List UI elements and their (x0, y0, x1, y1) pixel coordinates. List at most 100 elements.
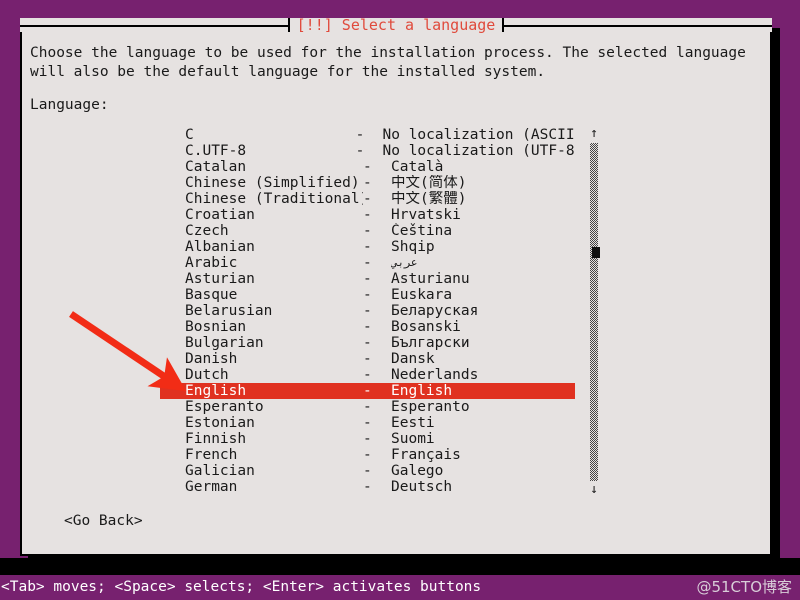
language-separator: - (363, 399, 372, 415)
language-row[interactable]: Bosnian - Bosanski (160, 319, 575, 335)
language-label: Language: (30, 97, 109, 113)
language-row[interactable]: Croatian - Hrvatski (160, 207, 575, 223)
language-name: Finnish (185, 431, 247, 447)
language-native-name: Hrvatski (391, 207, 461, 223)
language-name: Estonian (185, 415, 255, 431)
language-row[interactable]: Chinese (Traditional) - 中文(繁體) (160, 191, 575, 207)
language-native-name: No localization (UTF-8) (382, 143, 576, 159)
language-row[interactable]: Arabic - عربي (160, 255, 575, 271)
language-name: French (185, 447, 238, 463)
language-separator: - (355, 127, 365, 143)
language-native-name: Shqip (391, 239, 435, 255)
dialog-titlebar: [!!] Select a language (20, 18, 772, 33)
language-row[interactable]: Esperanto - Esperanto (160, 399, 575, 415)
language-separator: - (363, 223, 372, 239)
language-name: Catalan (185, 159, 247, 175)
watermark: @51CTO博客 (696, 578, 792, 596)
language-name: Esperanto (185, 399, 264, 415)
language-native-name: Euskara (391, 287, 453, 303)
language-native-name: 中文(繁體) (391, 191, 467, 207)
language-name: Danish (185, 351, 238, 367)
go-back-button[interactable]: <Go Back> (64, 512, 143, 530)
scroll-down-arrow-icon[interactable]: ↓ (588, 483, 600, 497)
language-separator: - (363, 191, 372, 207)
language-separator: - (363, 431, 372, 447)
language-separator: - (363, 159, 372, 175)
language-separator: - (363, 351, 372, 367)
language-native-name: Esperanto (391, 399, 470, 415)
language-name: English (185, 383, 247, 399)
language-separator: - (363, 447, 372, 463)
language-separator: - (363, 303, 372, 319)
status-bar: <Tab> moves; <Space> selects; <Enter> ac… (0, 575, 800, 600)
language-name: Croatian (185, 207, 255, 223)
language-row[interactable]: Asturian - Asturianu (160, 271, 575, 287)
language-row[interactable]: Albanian - Shqip (160, 239, 575, 255)
language-name: Belarusian (185, 303, 273, 319)
language-separator: - (363, 271, 372, 287)
language-list-scrollbar[interactable]: ↑ ↓ (588, 127, 600, 497)
status-bar-hint: <Tab> moves; <Space> selects; <Enter> ac… (1, 579, 482, 595)
language-separator: - (363, 479, 372, 495)
language-separator: - (363, 207, 372, 223)
language-row[interactable]: Danish - Dansk (160, 351, 575, 367)
language-native-name: Asturianu (391, 271, 470, 287)
language-name: C.UTF-8 (185, 143, 247, 159)
language-separator: - (363, 319, 372, 335)
language-row[interactable]: Basque - Euskara (160, 287, 575, 303)
language-separator: - (363, 239, 372, 255)
language-row[interactable]: Bulgarian - Български (160, 335, 575, 351)
language-name: Asturian (185, 271, 255, 287)
language-list[interactable]: C - No localization (ASCII) C.UTF-8- No loca… (160, 127, 575, 495)
language-separator: - (363, 367, 372, 383)
language-name: Bosnian (185, 319, 247, 335)
language-native-name: Dansk (391, 351, 435, 367)
language-name: Czech (185, 223, 229, 239)
language-native-name: English (391, 383, 453, 399)
language-row[interactable]: English - English (160, 383, 575, 399)
language-name: Dutch (185, 367, 229, 383)
language-row[interactable]: C.UTF-8 - No localization (UTF-8) (160, 143, 575, 159)
language-name: C (185, 127, 194, 143)
language-name: Arabic (185, 255, 238, 271)
language-native-name: Bosanski (391, 319, 461, 335)
language-row[interactable]: Czech - Čeština (160, 223, 575, 239)
scroll-up-arrow-icon[interactable]: ↑ (588, 127, 600, 141)
language-row[interactable]: C - No localization (ASCII) (160, 127, 575, 143)
language-name: Chinese (Traditional) (185, 191, 363, 207)
language-native-name: Беларуская (391, 303, 479, 319)
language-separator: - (363, 335, 372, 351)
language-separator: - (363, 383, 372, 399)
intro-text: Choose the language to be used for the i… (30, 45, 746, 80)
language-native-name: Français (391, 447, 461, 463)
language-native-name: Suomi (391, 431, 435, 447)
language-native-name: Català (391, 159, 444, 175)
titlebar-rule-right (504, 24, 772, 27)
language-row[interactable]: Catalan - Català (160, 159, 575, 175)
language-row[interactable]: Dutch - Nederlands (160, 367, 575, 383)
language-name: Chinese (Simplified) (185, 175, 360, 191)
titlebar-rule-left (20, 24, 288, 27)
language-separator: - (355, 143, 365, 159)
language-native-name: Čeština (391, 223, 453, 239)
language-separator: - (363, 255, 372, 271)
language-native-name: Deutsch (391, 479, 453, 495)
language-separator: - (363, 463, 372, 479)
language-separator: - (363, 175, 372, 191)
language-row[interactable]: Belarusian - Беларуская (160, 303, 575, 319)
language-native-name: Galego (391, 463, 444, 479)
scrollbar-thumb[interactable] (592, 247, 600, 258)
language-name: Albanian (185, 239, 255, 255)
language-row[interactable]: Finnish - Suomi (160, 431, 575, 447)
language-separator: - (363, 287, 372, 303)
language-row[interactable]: Galician - Galego (160, 463, 575, 479)
scrollbar-track[interactable] (590, 143, 600, 481)
language-row[interactable]: German - Deutsch (160, 479, 575, 495)
language-row[interactable]: French - Français (160, 447, 575, 463)
language-native-name: Български (391, 335, 470, 351)
language-native-name: عربي (391, 256, 418, 269)
language-row[interactable]: Chinese (Simplified) - 中文(简体) (160, 175, 575, 191)
language-row[interactable]: Estonian - Eesti (160, 415, 575, 431)
language-name: Bulgarian (185, 335, 264, 351)
language-name: Basque (185, 287, 238, 303)
